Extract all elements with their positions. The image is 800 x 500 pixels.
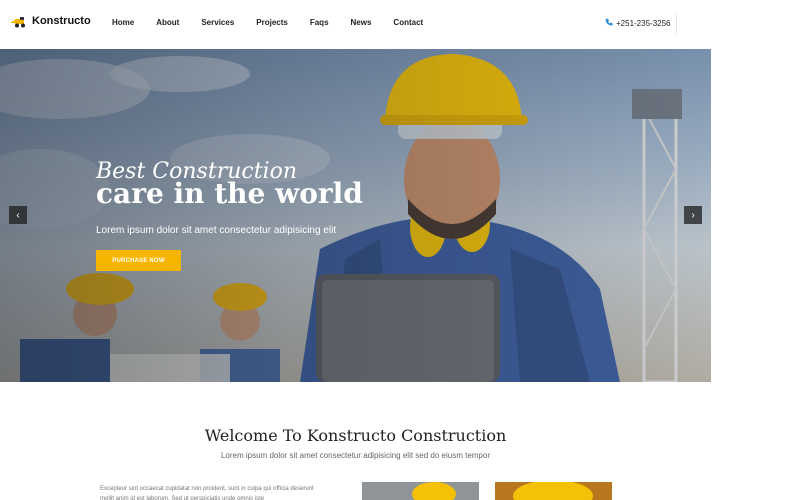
chevron-left-icon: ‹ bbox=[16, 209, 20, 221]
worker-photo bbox=[412, 482, 456, 500]
nav-item-projects[interactable]: Projects bbox=[256, 18, 288, 27]
slider-next-button[interactable]: › bbox=[684, 206, 702, 224]
worker-photo bbox=[513, 482, 593, 500]
nav-item-services[interactable]: Services bbox=[201, 18, 234, 27]
hero-subtitle: Lorem ipsum dolor sit amet consectetur a… bbox=[96, 225, 337, 236]
phone-contact[interactable]: +251-235-3256 bbox=[605, 18, 671, 28]
hero-title: care in the world bbox=[96, 177, 363, 210]
construction-vehicle-icon bbox=[10, 15, 28, 28]
logo-text: Konstructo bbox=[32, 15, 91, 27]
project-thumbnail[interactable] bbox=[362, 482, 479, 500]
welcome-title: Welcome To Konstructo Construction bbox=[204, 426, 507, 445]
hero-slider: Best Construction care in the world Lore… bbox=[0, 49, 711, 382]
logo[interactable]: Konstructo bbox=[10, 15, 91, 28]
nav-item-news[interactable]: News bbox=[351, 18, 372, 27]
hero-overlay bbox=[0, 49, 711, 382]
slider-prev-button[interactable]: ‹ bbox=[9, 206, 27, 224]
header-divider bbox=[676, 14, 677, 34]
nav-item-faqs[interactable]: Faqs bbox=[310, 18, 329, 27]
nav-item-home[interactable]: Home bbox=[112, 18, 134, 27]
site-header: Konstructo Home About Services Projects … bbox=[0, 0, 800, 48]
welcome-subtitle: Lorem ipsum dolor sit amet consectetur a… bbox=[220, 451, 490, 460]
phone-icon bbox=[605, 18, 613, 28]
welcome-body-text: Excepteur sint occaecat cupidatat non pr… bbox=[100, 486, 314, 500]
main-nav: Home About Services Projects Faqs News C… bbox=[112, 18, 445, 27]
purchase-now-button[interactable]: PURCHASE NOW bbox=[96, 250, 181, 271]
nav-item-about[interactable]: About bbox=[156, 18, 179, 27]
phone-number: +251-235-3256 bbox=[616, 18, 671, 28]
nav-item-contact[interactable]: Contact bbox=[393, 18, 423, 27]
chevron-right-icon: › bbox=[691, 209, 695, 221]
project-thumbnail[interactable] bbox=[495, 482, 612, 500]
